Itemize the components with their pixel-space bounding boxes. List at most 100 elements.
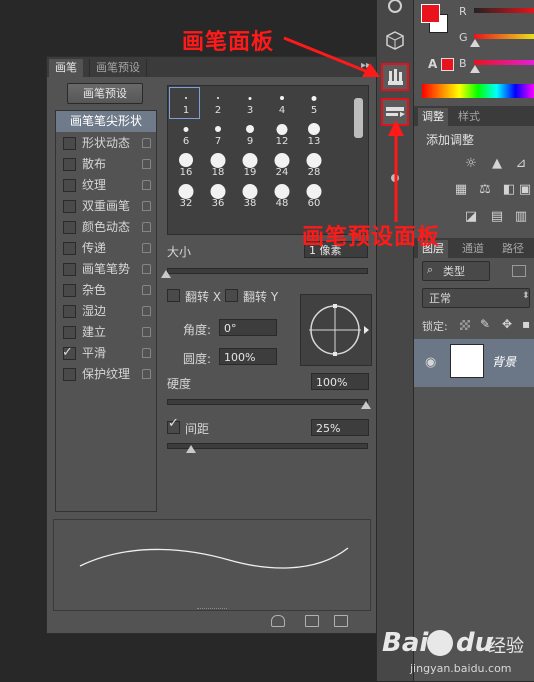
tab-brush-presets[interactable]: 画笔预设 [89,59,147,77]
option-checkbox[interactable] [63,221,76,234]
g-channel-slider[interactable] [474,34,534,39]
layer-name[interactable]: 背景 [492,353,516,370]
brush-presets-button[interactable]: 画笔预设 [67,83,143,104]
spacing-slider-thumb[interactable] [186,445,196,453]
posterize-icon[interactable]: ▤ [488,210,506,224]
filter-image-icon[interactable] [512,265,526,277]
brush-tip-item[interactable]: 28 [298,152,330,178]
gamut-color-chip[interactable] [441,58,454,71]
brush-option-item[interactable]: 湿边 [56,301,156,322]
hardness-slider[interactable] [167,399,368,405]
option-checkbox[interactable] [63,326,76,339]
tab-adjustments[interactable]: 调整 [418,108,448,126]
lock-icon[interactable] [142,180,151,190]
roundness-field[interactable]: 100% [219,348,277,365]
brush-option-item[interactable]: 形状动态 [56,133,156,154]
foreground-color-swatch[interactable] [421,4,440,23]
lock-all-icon[interactable]: ▪ [522,317,530,331]
gradient-map-icon[interactable]: ▥ [512,210,530,224]
brush-tip-item[interactable]: 1 [170,90,202,116]
eye-icon[interactable]: ◉ [425,355,436,370]
g-slider-thumb[interactable] [470,39,480,47]
option-checkbox[interactable] [63,200,76,213]
brush-tip-item[interactable]: 24 [266,152,298,178]
brush-option-item[interactable]: 画笔笔势 [56,259,156,280]
lock-icon[interactable] [142,369,151,379]
brush-tip-item[interactable]: 18 [202,152,234,178]
lock-icon[interactable] [142,138,151,148]
brush-tip-item[interactable]: 16 [170,152,202,178]
lock-icon[interactable] [142,306,151,316]
spacing-slider[interactable] [167,443,368,449]
toggle-live-tip-icon[interactable] [271,615,285,627]
brush-option-item[interactable]: 建立 [56,322,156,343]
b-slider-thumb[interactable] [470,65,480,73]
brush-tip-item[interactable]: 32 [170,183,202,209]
resize-grip[interactable] [197,608,227,612]
tab-styles[interactable]: 样式 [454,108,484,126]
brush-panel-icon[interactable] [381,63,409,91]
lock-icon[interactable] [142,285,151,295]
invert-icon[interactable]: ◪ [462,210,480,224]
brush-option-item[interactable]: 双重画笔 [56,196,156,217]
option-checkbox[interactable] [63,179,76,192]
lock-brush-icon[interactable]: ✎ [480,317,490,331]
brush-tip-item[interactable]: 60 [298,183,330,209]
brush-grid-scroll-thumb[interactable] [354,98,363,138]
hardness-slider-thumb[interactable] [361,401,371,409]
option-checkbox[interactable] [63,242,76,255]
tab-paths[interactable]: 路径 [498,240,528,258]
lock-icon[interactable] [142,348,151,358]
brush-grid-icon[interactable] [305,615,319,627]
r-channel-slider[interactable] [474,8,534,13]
brush-option-item[interactable]: 杂色 [56,280,156,301]
brightness-icon[interactable]: ☼ [462,157,480,171]
brush-tip-item[interactable]: 38 [234,183,266,209]
lock-icon[interactable] [142,201,151,211]
option-checkbox[interactable] [63,263,76,276]
brush-tip-item[interactable]: 9 [234,121,266,147]
lock-icon[interactable] [142,159,151,169]
brush-tip-item[interactable]: 36 [202,183,234,209]
angle-field[interactable]: 0° [219,319,277,336]
hardness-field[interactable]: 100% [311,373,369,390]
brush-tip-item[interactable]: 4 [266,90,298,116]
curves-icon[interactable]: ⊿ [512,157,530,171]
new-brush-icon[interactable] [334,615,348,627]
history-icon[interactable] [381,0,409,20]
flip-x-checkbox[interactable] [167,289,180,302]
tab-channels[interactable]: 通道 [458,240,488,258]
option-checkbox[interactable] [63,137,76,150]
vibrance-icon[interactable]: ▦ [452,183,470,197]
brush-tip-shape-item[interactable]: 画笔笔尖形状 [56,111,156,132]
brush-option-item[interactable]: 颜色动态 [56,217,156,238]
brush-option-item[interactable]: 传递 [56,238,156,259]
brush-tip-item[interactable]: 6 [170,121,202,147]
brush-option-item[interactable]: 散布 [56,154,156,175]
brush-tip-item[interactable]: 13 [298,121,330,147]
flip-y-checkbox[interactable] [225,289,238,302]
levels-icon[interactable]: ▲ [488,157,506,171]
blend-mode-dropdown[interactable]: 正常 [422,288,530,308]
size-slider[interactable] [167,268,368,274]
lock-transparency-icon[interactable] [460,320,470,330]
tab-brush[interactable]: 画笔 [49,59,83,77]
brush-option-item[interactable]: ✓ 平滑 [56,343,156,364]
brush-tip-item[interactable]: 7 [202,121,234,147]
size-slider-thumb[interactable] [161,270,171,278]
brush-tip-item[interactable]: 2 [202,90,234,116]
gamut-warning-icon[interactable]: A [428,57,437,71]
b-channel-slider[interactable] [474,60,534,65]
layer-row[interactable]: ◉ 背景 [414,339,534,387]
brush-tip-item[interactable]: 19 [234,152,266,178]
lock-icon[interactable] [142,222,151,232]
brush-grid-scrollbar[interactable] [354,90,364,230]
brush-tip-item[interactable]: 12 [266,121,298,147]
option-checkbox[interactable] [63,158,76,171]
lock-icon[interactable] [142,264,151,274]
balance-icon[interactable]: ⚖ [476,183,494,197]
brush-tip-item[interactable]: 48 [266,183,298,209]
lock-icon[interactable] [142,327,151,337]
brush-option-item[interactable]: 保护纹理 [56,364,156,385]
option-checkbox[interactable] [63,305,76,318]
